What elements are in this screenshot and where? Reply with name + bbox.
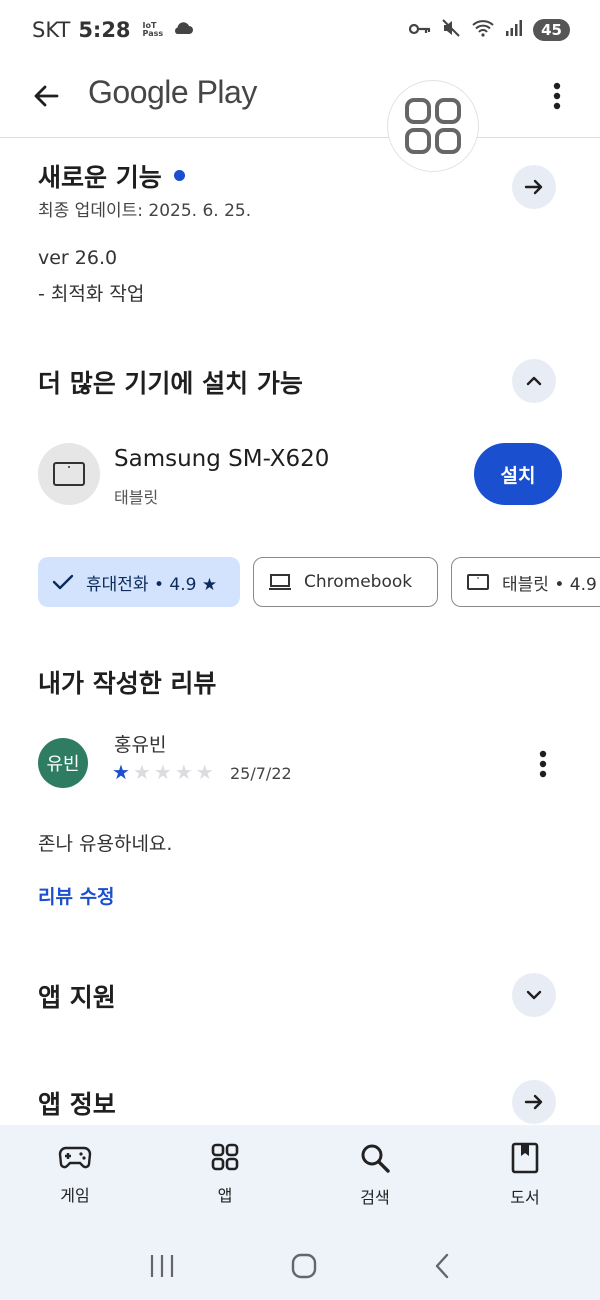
arrow-left-icon [34,85,59,107]
wifi-icon [471,18,495,42]
whats-new-title-text: 새로운 기능 [38,163,162,192]
nav-games[interactable]: 게임 [0,1125,150,1235]
whats-new-title: 새로운 기능 [38,158,185,194]
home-button[interactable] [290,1252,318,1284]
nav-books-label: 도서 [510,1188,540,1207]
battery-indicator: 45 [533,19,570,41]
reviewer-name: 홍유빈 [114,734,167,756]
edit-review-link[interactable]: 리뷰 수정 [38,882,115,909]
more-vertical-icon [539,750,547,778]
iot-pass-icon: IoT Pass [143,22,164,38]
back-nav-button[interactable] [431,1252,453,1284]
star-filled-icon: ★ [112,760,130,784]
tablet-icon [466,573,490,591]
install-button[interactable]: 설치 [474,443,562,505]
star-empty-icon: ★ [195,760,214,784]
nav-search[interactable]: 검색 [300,1125,450,1235]
nav-books[interactable]: 도서 [450,1125,600,1235]
whats-new-arrow-button[interactable] [512,165,556,209]
rating-stars: ★ ★ ★ ★ ★ [112,760,214,784]
device-type: 태블릿 [114,488,159,507]
more-options-button[interactable] [540,76,574,116]
device-icon-wrap [38,443,100,505]
review-more-button[interactable] [528,746,558,782]
carrier-label: SKT [32,18,71,42]
star-empty-icon: ★ [132,760,151,784]
last-updated: 최종 업데이트: 2025. 6. 25. [38,201,252,221]
laptop-icon [268,573,292,591]
back-chevron-icon [436,1253,449,1278]
avatar: 유빈 [38,738,88,788]
nav-apps-label: 앱 [217,1186,233,1205]
expand-support-button[interactable] [512,973,556,1017]
version-text: ver 26.0 [38,247,118,269]
apps-grid-icon [405,98,461,154]
device-name: Samsung SM-X620 [114,446,330,472]
more-devices-title: 더 많은 기기에 설치 가능 [38,369,303,398]
chip-phone[interactable]: 휴대전화 • 4.9 ★ [38,557,240,607]
cloud-icon [171,18,195,43]
star-empty-icon: ★ [153,760,172,784]
arrow-right-icon [524,179,543,195]
signal-icon [505,19,523,41]
chip-tablet-label: 태블릿 • 4.9 ★ [502,574,600,595]
iot-badge-line2: Pass [142,29,164,38]
new-indicator-dot [173,169,185,181]
more-vertical-icon [553,82,561,110]
status-right: 45 [409,18,570,42]
nav-games-label: 게임 [60,1186,90,1205]
back-button[interactable] [26,76,66,116]
app-info-title: 앱 정보 [38,1090,116,1119]
chip-chromebook[interactable]: Chromebook [253,557,438,607]
collapse-devices-button[interactable] [512,359,556,403]
home-icon [291,1253,317,1278]
search-icon [361,1144,390,1173]
review-body: 존나 유용하네요. [38,833,173,855]
clock: 5:28 [78,18,131,42]
chip-tablet[interactable]: 태블릿 • 4.9 ★ [451,557,600,607]
recents-icon [150,1254,173,1277]
app-info-arrow-button[interactable] [512,1080,556,1124]
chip-chromebook-label: Chromebook [304,572,413,592]
apps-shortcut-button[interactable] [387,80,479,172]
nav-search-label: 검색 [360,1188,390,1207]
release-note: - 최적화 작업 [38,283,145,305]
apps-grid-icon [211,1143,239,1171]
key-icon [409,21,431,40]
status-left: SKT 5:28 IoT Pass [32,18,195,43]
nav-apps[interactable]: 앱 [150,1125,300,1235]
book-icon [511,1142,539,1174]
bottom-navigation: 게임 앱 검색 도서 [0,1125,600,1235]
check-icon [52,573,74,591]
chevron-up-icon [526,376,542,386]
status-bar: SKT 5:28 IoT Pass 45 [0,0,600,60]
recent-apps-button[interactable] [147,1253,177,1283]
mute-icon [441,18,461,42]
app-bar: Google Play [0,60,600,172]
review-date: 25/7/22 [230,764,292,783]
tablet-icon [53,462,85,486]
system-navigation-bar [0,1235,600,1300]
app-title: Google Play [88,74,257,110]
app-support-title: 앱 지원 [38,983,116,1012]
my-review-title: 내가 작성한 리뷰 [38,669,217,698]
gamepad-icon [58,1146,92,1169]
arrow-right-icon [524,1094,543,1110]
chevron-down-icon [526,990,542,1000]
star-empty-icon: ★ [174,760,193,784]
chip-phone-label: 휴대전화 • 4.9 ★ [86,574,218,595]
